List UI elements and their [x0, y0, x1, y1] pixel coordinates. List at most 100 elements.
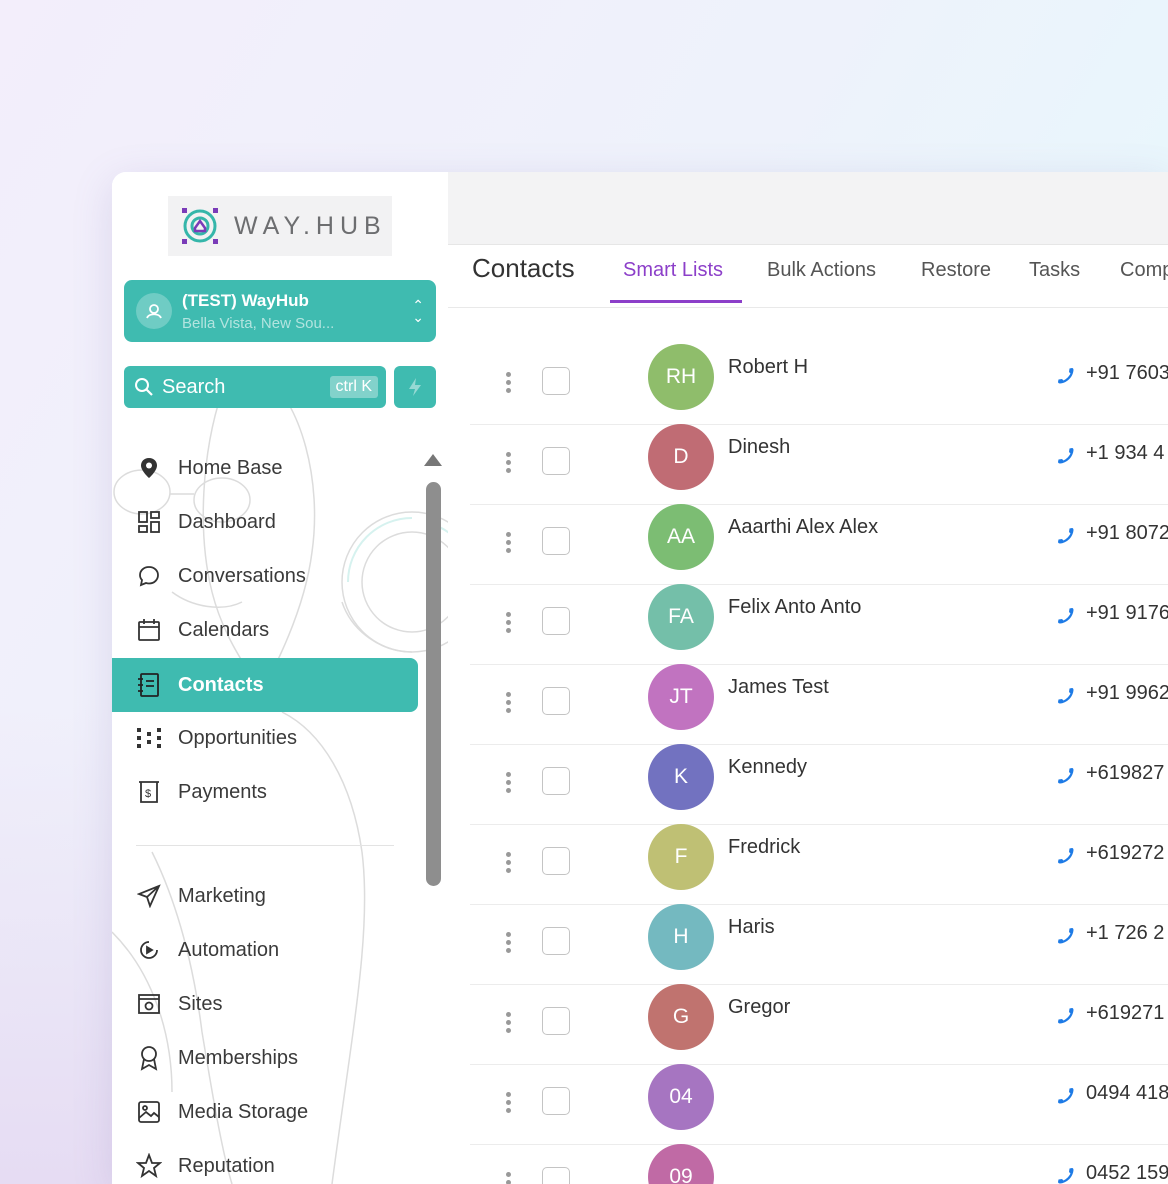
sidebar-item-marketing[interactable]: Marketing	[112, 869, 418, 923]
row-checkbox[interactable]	[542, 367, 570, 395]
row-checkbox[interactable]	[542, 1087, 570, 1115]
sidebar-item-dashboard[interactable]: Dashboard	[112, 495, 418, 549]
table-row[interactable]: AA Aaarthi Alex Alex +91 8072	[470, 504, 1168, 585]
contact-name[interactable]: Aaarthi Alex Alex	[728, 516, 878, 539]
contact-name[interactable]: Robert H	[728, 356, 808, 379]
sidebar-item-conversations[interactable]: Conversations	[112, 549, 418, 603]
tab-restore[interactable]: Restore	[921, 259, 991, 282]
contact-name[interactable]: Fredrick	[728, 836, 800, 859]
sidebar-scrollbar[interactable]	[426, 482, 441, 886]
phone-icon	[1058, 1088, 1074, 1104]
drag-handle-icon[interactable]	[506, 692, 512, 716]
table-row[interactable]: D Dinesh +1 934 4	[470, 424, 1168, 505]
row-checkbox[interactable]	[542, 767, 570, 795]
sidebar-item-label: Contacts	[178, 673, 264, 696]
contact-name[interactable]: Haris	[728, 916, 775, 939]
sidebar-item-home-base[interactable]: Home Base	[112, 441, 418, 495]
contact-phone[interactable]: +1 726 2	[1086, 922, 1164, 945]
sidebar-item-label: Opportunities	[178, 726, 297, 749]
contact-phone[interactable]: +619271	[1086, 1002, 1164, 1025]
sidebar-item-memberships[interactable]: Memberships	[112, 1031, 418, 1085]
sidebar-item-sites[interactable]: Sites	[112, 977, 418, 1031]
phone-icon	[1058, 448, 1074, 464]
row-checkbox[interactable]	[542, 1007, 570, 1035]
search-shortcut: ctrl K	[329, 376, 378, 398]
contact-avatar: FA	[648, 584, 714, 650]
drag-handle-icon[interactable]	[506, 1172, 512, 1184]
search-box[interactable]: Search ctrl K	[124, 366, 386, 408]
main-panel: Contacts Smart Lists Bulk Actions Restor…	[448, 172, 1168, 1184]
table-row[interactable]: RH Robert H +91 7603	[470, 344, 1168, 425]
drag-handle-icon[interactable]	[506, 772, 512, 796]
calendar-icon	[136, 617, 162, 643]
contact-phone[interactable]: +91 9962	[1086, 682, 1168, 705]
table-row[interactable]: 04 0494 418	[470, 1064, 1168, 1145]
phone-icon	[1058, 1008, 1074, 1024]
drag-handle-icon[interactable]	[506, 532, 512, 556]
active-tab-indicator	[610, 300, 742, 303]
sidebar-item-label: Marketing	[178, 884, 266, 907]
contact-name[interactable]: Kennedy	[728, 756, 807, 779]
table-row[interactable]: F Fredrick +619272	[470, 824, 1168, 905]
tab-companies[interactable]: Comp	[1120, 259, 1168, 282]
row-checkbox[interactable]	[542, 687, 570, 715]
drag-handle-icon[interactable]	[506, 1012, 512, 1036]
drag-handle-icon[interactable]	[506, 372, 512, 396]
tab-tasks[interactable]: Tasks	[1029, 259, 1080, 282]
chevron-up-down-icon: ⌃ ⌄	[412, 297, 424, 325]
phone-icon	[1058, 768, 1074, 784]
drag-handle-icon[interactable]	[506, 612, 512, 636]
table-row[interactable]: 09 0452 159	[470, 1144, 1168, 1184]
row-checkbox[interactable]	[542, 527, 570, 555]
location-avatar-icon	[136, 293, 172, 329]
table-row[interactable]: H Haris +1 726 2	[470, 904, 1168, 985]
top-bar	[448, 172, 1168, 245]
sidebar-item-media-storage[interactable]: Media Storage	[112, 1085, 418, 1139]
wayhub-logo[interactable]: WAY.HUB	[168, 196, 392, 256]
drag-handle-icon[interactable]	[506, 1092, 512, 1116]
sidebar-item-opportunities[interactable]: Opportunities	[112, 711, 418, 765]
contact-name[interactable]: Felix Anto Anto	[728, 596, 861, 619]
contact-phone[interactable]: +1 934 4	[1086, 442, 1164, 465]
phone-icon	[1058, 848, 1074, 864]
tab-bulk-actions[interactable]: Bulk Actions	[767, 259, 876, 282]
sidebar-item-label: Dashboard	[178, 510, 276, 533]
sidebar-item-reputation[interactable]: Reputation	[112, 1139, 418, 1184]
contact-phone[interactable]: +91 7603	[1086, 362, 1168, 385]
table-row[interactable]: JT James Test +91 9962	[470, 664, 1168, 745]
contact-phone[interactable]: +619272	[1086, 842, 1164, 865]
sidebar-item-calendars[interactable]: Calendars	[112, 603, 418, 657]
contact-name[interactable]: Gregor	[728, 996, 790, 1019]
drag-handle-icon[interactable]	[506, 932, 512, 956]
drag-handle-icon[interactable]	[506, 452, 512, 476]
contact-phone[interactable]: +619827	[1086, 762, 1164, 785]
drag-handle-icon[interactable]	[506, 852, 512, 876]
table-row[interactable]: K Kennedy +619827	[470, 744, 1168, 825]
row-checkbox[interactable]	[542, 1167, 570, 1184]
quick-action-button[interactable]	[394, 366, 436, 408]
sidebar-item-label: Automation	[178, 938, 280, 961]
phone-icon	[1058, 1168, 1074, 1184]
contact-phone[interactable]: +91 8072	[1086, 522, 1168, 545]
row-checkbox[interactable]	[542, 447, 570, 475]
contact-phone[interactable]: 0494 418	[1086, 1082, 1168, 1105]
row-checkbox[interactable]	[542, 847, 570, 875]
row-checkbox[interactable]	[542, 607, 570, 635]
account-switcher[interactable]: (TEST) WayHub Bella Vista, New Sou... ⌃ ⌄	[124, 280, 436, 342]
sidebar-item-automation[interactable]: Automation	[112, 923, 418, 977]
contact-name[interactable]: Dinesh	[728, 436, 790, 459]
sidebar-divider	[136, 845, 394, 846]
table-row[interactable]: G Gregor +619271	[470, 984, 1168, 1065]
table-row[interactable]: FA Felix Anto Anto +91 9176	[470, 584, 1168, 665]
contact-phone[interactable]: 0452 159	[1086, 1162, 1168, 1184]
contacts-tabs: Contacts Smart Lists Bulk Actions Restor…	[448, 245, 1168, 308]
scroll-up-arrow-icon[interactable]	[424, 454, 442, 466]
contact-name[interactable]: James Test	[728, 676, 829, 699]
sidebar-item-contacts[interactable]: Contacts	[112, 658, 418, 712]
contact-avatar: RH	[648, 344, 714, 410]
sidebar: WAY.HUB (TEST) WayHub Bella Vista, New S…	[112, 172, 448, 1184]
row-checkbox[interactable]	[542, 927, 570, 955]
tab-smart-lists[interactable]: Smart Lists	[623, 259, 723, 282]
contact-phone[interactable]: +91 9176	[1086, 602, 1168, 625]
sidebar-item-payments[interactable]: $ Payments	[112, 765, 418, 819]
